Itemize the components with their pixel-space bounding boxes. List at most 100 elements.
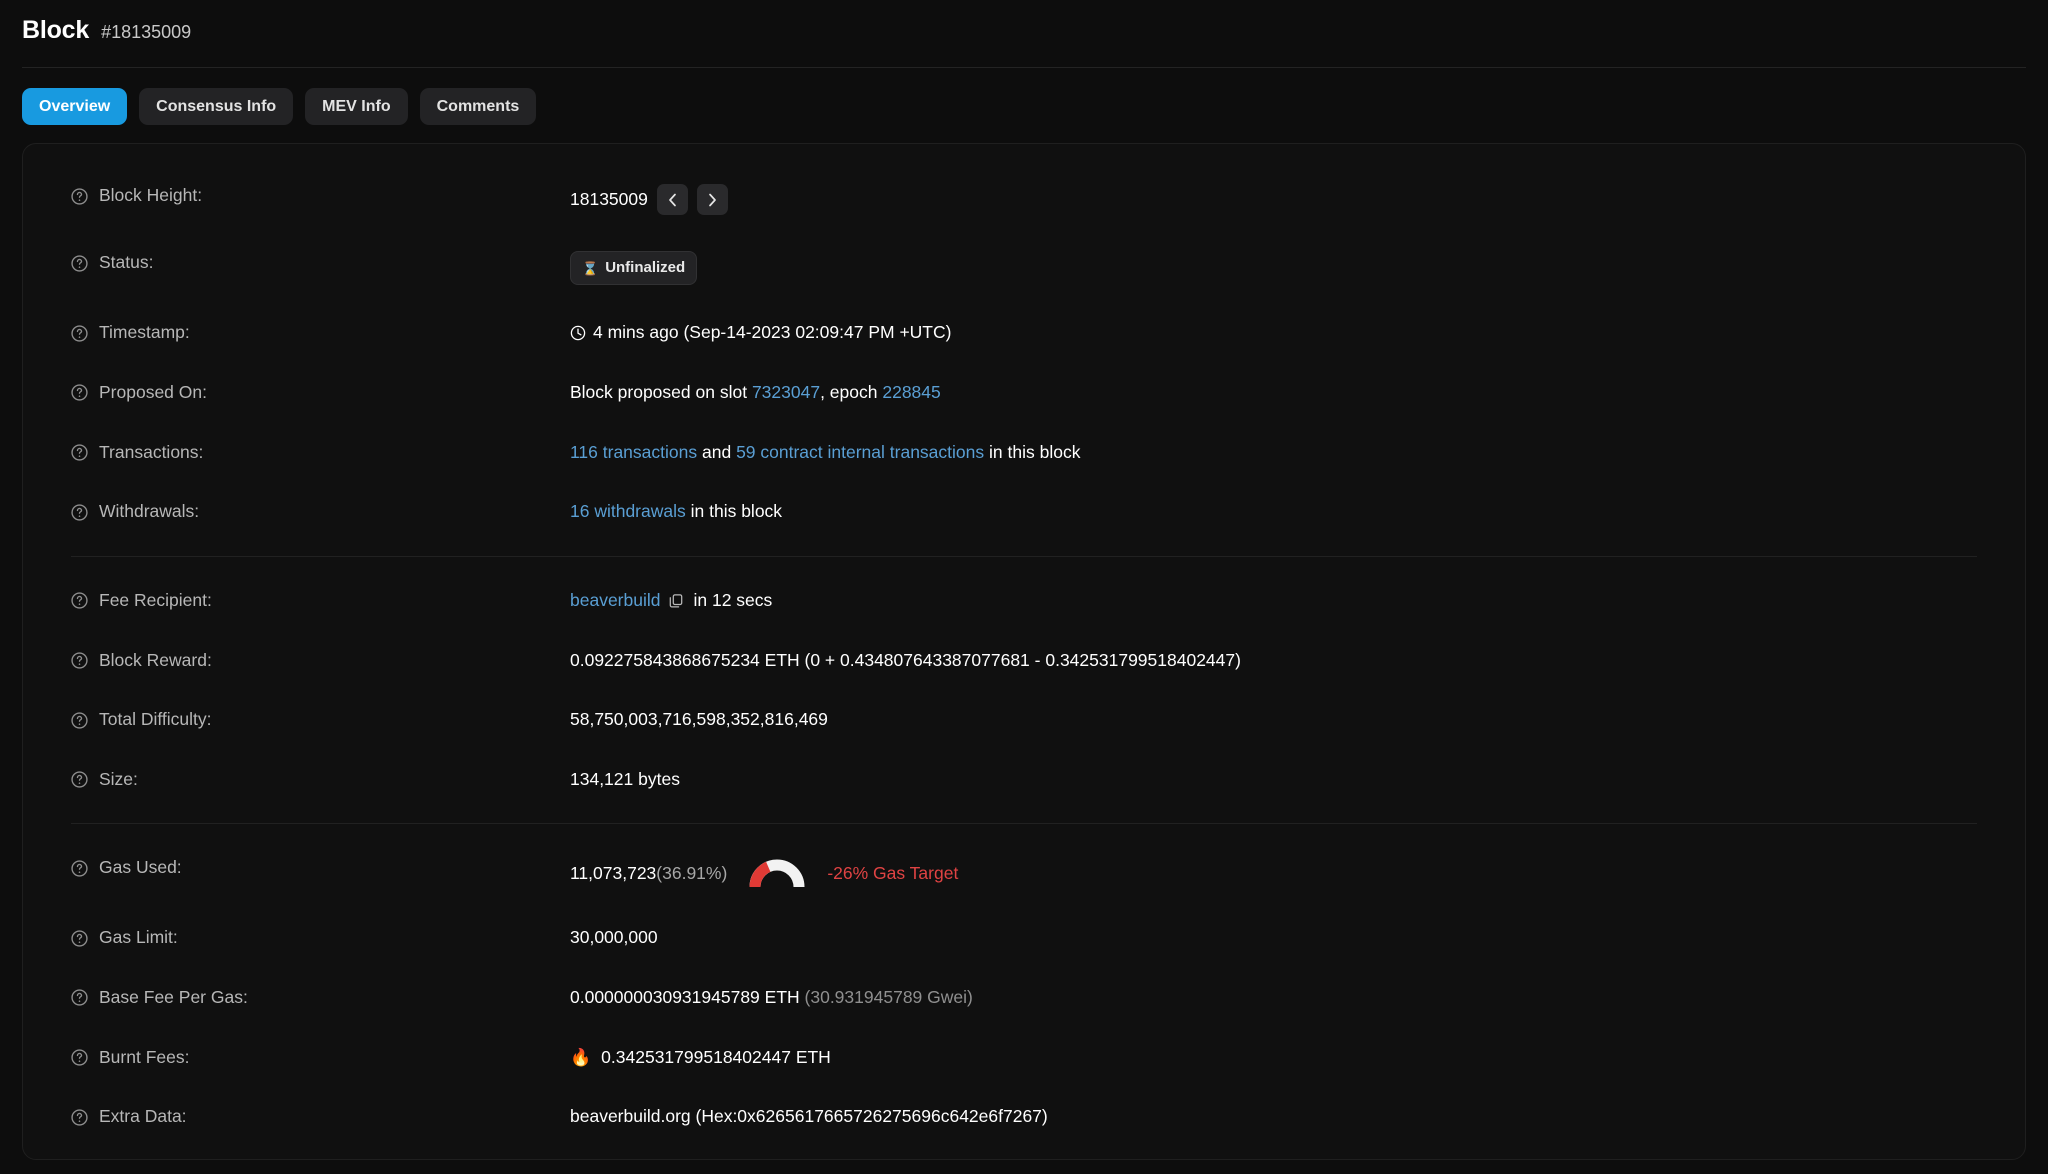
next-block-button[interactable] [697, 184, 728, 215]
label-size: Size: [45, 768, 570, 792]
label-transactions: Transactions: [45, 441, 570, 465]
help-icon[interactable] [71, 989, 88, 1006]
status-badge-label: Unfinalized [605, 258, 685, 278]
transactions-suffix: in this block [989, 441, 1080, 465]
row-burnt-fees: Burnt Fees: 🔥 0.342531799518402447 ETH [45, 1028, 2003, 1088]
slot-link[interactable]: 7323047 [752, 381, 820, 405]
help-icon[interactable] [71, 504, 88, 521]
label-text: Timestamp: [99, 321, 190, 345]
proposed-middle: , epoch [820, 381, 877, 405]
label-text: Status: [99, 251, 153, 275]
label-text: Proposed On: [99, 381, 207, 405]
label-base-fee-per-gas: Base Fee Per Gas: [45, 986, 570, 1010]
label-timestamp: Timestamp: [45, 321, 570, 345]
row-block-height: Block Height: 18135009 [45, 166, 2003, 233]
transactions-link[interactable]: 116 transactions [570, 441, 697, 465]
row-base-fee-per-gas: Base Fee Per Gas: 0.000000030931945789 E… [45, 968, 2003, 1028]
label-extra-data: Extra Data: [45, 1105, 570, 1129]
label-block-height: Block Height: [45, 184, 570, 208]
value-status: ⌛ Unfinalized [570, 251, 697, 285]
value-extra-data: beaverbuild.org (Hex:0x62656176657262756… [570, 1105, 1048, 1129]
label-total-difficulty: Total Difficulty: [45, 708, 570, 732]
block-number: #18135009 [101, 22, 191, 43]
label-text: Withdrawals: [99, 500, 199, 524]
label-text: Block Reward: [99, 649, 212, 673]
label-gas-used: Gas Used: [45, 856, 570, 880]
proposed-prefix: Block proposed on slot [570, 381, 747, 405]
help-icon[interactable] [71, 384, 88, 401]
label-burnt-fees: Burnt Fees: [45, 1046, 570, 1070]
clock-icon [570, 325, 586, 341]
label-text: Extra Data: [99, 1105, 187, 1129]
row-fee-recipient: Fee Recipient: beaverbuild in 12 secs [45, 571, 2003, 631]
gas-gauge-icon [749, 856, 805, 890]
value-gas-limit: 30,000,000 [570, 926, 658, 950]
label-text: Transactions: [99, 441, 203, 465]
value-timestamp: 4 mins ago (Sep-14-2023 02:09:47 PM +UTC… [570, 321, 951, 345]
help-icon[interactable] [71, 325, 88, 342]
base-fee-eth: 0.000000030931945789 ETH [570, 986, 800, 1010]
copy-icon[interactable] [668, 593, 684, 609]
label-text: Burnt Fees: [99, 1046, 189, 1070]
block-details-page: Block #18135009 Overview Consensus Info … [0, 0, 2048, 1174]
help-icon[interactable] [71, 1049, 88, 1066]
help-icon[interactable] [71, 188, 88, 205]
gas-used-amount: 11,073,723 [570, 862, 656, 886]
value-block-height: 18135009 [570, 184, 728, 215]
help-icon[interactable] [71, 712, 88, 729]
label-gas-limit: Gas Limit: [45, 926, 570, 950]
help-icon[interactable] [71, 860, 88, 877]
section-divider [71, 823, 1977, 824]
help-icon[interactable] [71, 255, 88, 272]
page-title: Block [22, 16, 89, 45]
label-status: Status: [45, 251, 570, 275]
value-total-difficulty: 58,750,003,716,598,352,816,469 [570, 708, 828, 732]
row-withdrawals: Withdrawals: 16 withdrawals in this bloc… [45, 482, 2003, 542]
withdrawals-suffix: in this block [691, 500, 782, 524]
timestamp-text: 4 mins ago (Sep-14-2023 02:09:47 PM +UTC… [593, 321, 951, 345]
internal-transactions-link[interactable]: 59 contract internal transactions [736, 441, 984, 465]
value-transactions: 116 transactions and 59 contract interna… [570, 441, 1080, 465]
help-icon[interactable] [71, 444, 88, 461]
value-block-reward: 0.092275843868675234 ETH (0 + 0.43480764… [570, 649, 1241, 673]
help-icon[interactable] [71, 592, 88, 609]
burnt-fees-value: 0.342531799518402447 ETH [601, 1046, 831, 1070]
help-icon[interactable] [71, 1109, 88, 1126]
epoch-link[interactable]: 228845 [882, 381, 940, 405]
flame-icon: 🔥 [570, 1049, 591, 1066]
previous-block-button[interactable] [657, 184, 688, 215]
label-text: Fee Recipient: [99, 589, 212, 613]
value-base-fee-per-gas: 0.000000030931945789 ETH (30.931945789 G… [570, 986, 973, 1010]
value-withdrawals: 16 withdrawals in this block [570, 500, 782, 524]
label-text: Block Height: [99, 184, 202, 208]
help-icon[interactable] [71, 771, 88, 788]
label-text: Size: [99, 768, 138, 792]
hourglass-icon: ⌛ [582, 262, 598, 275]
page-header: Block #18135009 [22, 0, 2026, 67]
label-text: Gas Used: [99, 856, 182, 880]
label-text: Total Difficulty: [99, 708, 212, 732]
row-extra-data: Extra Data: beaverbuild.org (Hex:0x62656… [45, 1087, 2003, 1147]
overview-card: Block Height: 18135009 [22, 143, 2026, 1160]
transactions-conjunction: and [702, 441, 731, 465]
tab-consensus-info[interactable]: Consensus Info [139, 88, 293, 125]
block-height-value: 18135009 [570, 188, 648, 212]
base-fee-gwei: (30.931945789 Gwei) [805, 986, 973, 1010]
help-icon[interactable] [71, 652, 88, 669]
tab-comments[interactable]: Comments [420, 88, 537, 125]
help-icon[interactable] [71, 930, 88, 947]
row-gas-limit: Gas Limit: 30,000,000 [45, 908, 2003, 968]
gas-target-text: -26% Gas Target [827, 862, 958, 886]
label-text: Base Fee Per Gas: [99, 986, 248, 1010]
label-proposed-on: Proposed On: [45, 381, 570, 405]
withdrawals-link[interactable]: 16 withdrawals [570, 500, 686, 524]
label-withdrawals: Withdrawals: [45, 500, 570, 524]
fee-recipient-link[interactable]: beaverbuild [570, 589, 660, 613]
value-gas-used: 11,073,723 (36.91%) -26% Gas Target [570, 856, 958, 890]
row-proposed-on: Proposed On: Block proposed on slot 7323… [45, 363, 2003, 423]
value-proposed-on: Block proposed on slot 7323047 , epoch 2… [570, 381, 941, 405]
value-fee-recipient: beaverbuild in 12 secs [570, 589, 772, 613]
tab-mev-info[interactable]: MEV Info [305, 88, 407, 125]
tab-overview[interactable]: Overview [22, 88, 127, 125]
status-badge: ⌛ Unfinalized [570, 251, 697, 285]
